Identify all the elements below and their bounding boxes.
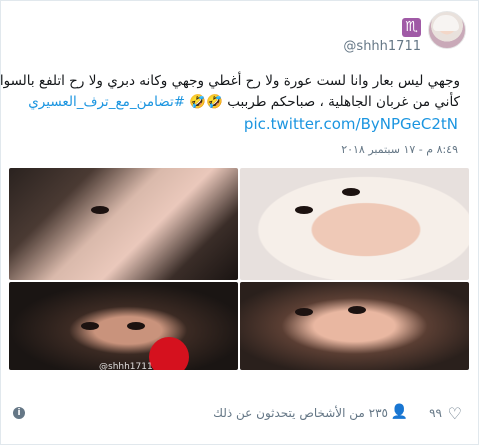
info-icon[interactable]: i bbox=[13, 407, 25, 419]
author-handle[interactable]: @shhh1711 bbox=[343, 39, 421, 54]
photo-1[interactable] bbox=[9, 168, 238, 280]
photo-3-red-object bbox=[149, 337, 189, 370]
tweet-timestamp[interactable]: ٨:٤٩ م - ١٧ سبتمبر ٢٠١٨ bbox=[341, 143, 458, 156]
photo-3-eye-left bbox=[81, 322, 99, 330]
tweet-line-2-text: كأني من غربان الجاهلية ، صباحكم طرببب 🤣🤣 bbox=[189, 94, 460, 110]
tweet-line-1: وجهي ليس بعار وانا لست عورة ولا رح أغطي … bbox=[0, 73, 460, 89]
avatar[interactable] bbox=[428, 11, 466, 49]
photo-2-eye-right bbox=[342, 188, 360, 196]
photo-3-eye-right bbox=[127, 322, 145, 330]
pic-link[interactable]: pic.twitter.com/ByNPGeC2tN bbox=[244, 115, 458, 133]
media-grid: @shhh1711 bbox=[9, 168, 471, 370]
photo-1-detail bbox=[91, 206, 109, 214]
avatar-veil bbox=[433, 15, 459, 31]
tweet-text: وجهي ليس بعار وانا لست عورة ولا رح أغطي … bbox=[0, 71, 460, 113]
photo-3[interactable]: @shhh1711 bbox=[9, 282, 238, 370]
photo-3-caption: @shhh1711 bbox=[99, 362, 153, 370]
hashtag-link[interactable]: #تضامن_مع_ترف_العسيري bbox=[28, 94, 185, 110]
zodiac-badge-icon: ♏ bbox=[402, 18, 421, 37]
photo-4[interactable] bbox=[240, 282, 469, 370]
photo-4-eye-right bbox=[348, 306, 366, 314]
like-count: ٩٩ bbox=[429, 406, 442, 420]
talking-count[interactable]: ٢٣٥ من الأشخاص يتحدثون عن ذلك bbox=[213, 406, 388, 420]
people-icon: 👤 bbox=[390, 404, 408, 420]
tweet-line-2: كأني من غربان الجاهلية ، صباحكم طرببب 🤣🤣… bbox=[21, 92, 460, 113]
tweet-footer: i ♡ ٩٩ 👤 ٢٣٥ من الأشخاص يتحدثون عن ذلك bbox=[1, 401, 478, 425]
photo-4-eye-left bbox=[295, 308, 313, 316]
heart-icon[interactable]: ♡ bbox=[448, 404, 462, 423]
photo-2[interactable] bbox=[240, 168, 469, 280]
tweet-card: ♏ @shhh1711 وجهي ليس بعار وانا لست عورة … bbox=[0, 0, 479, 445]
photo-2-eye-left bbox=[295, 206, 313, 214]
